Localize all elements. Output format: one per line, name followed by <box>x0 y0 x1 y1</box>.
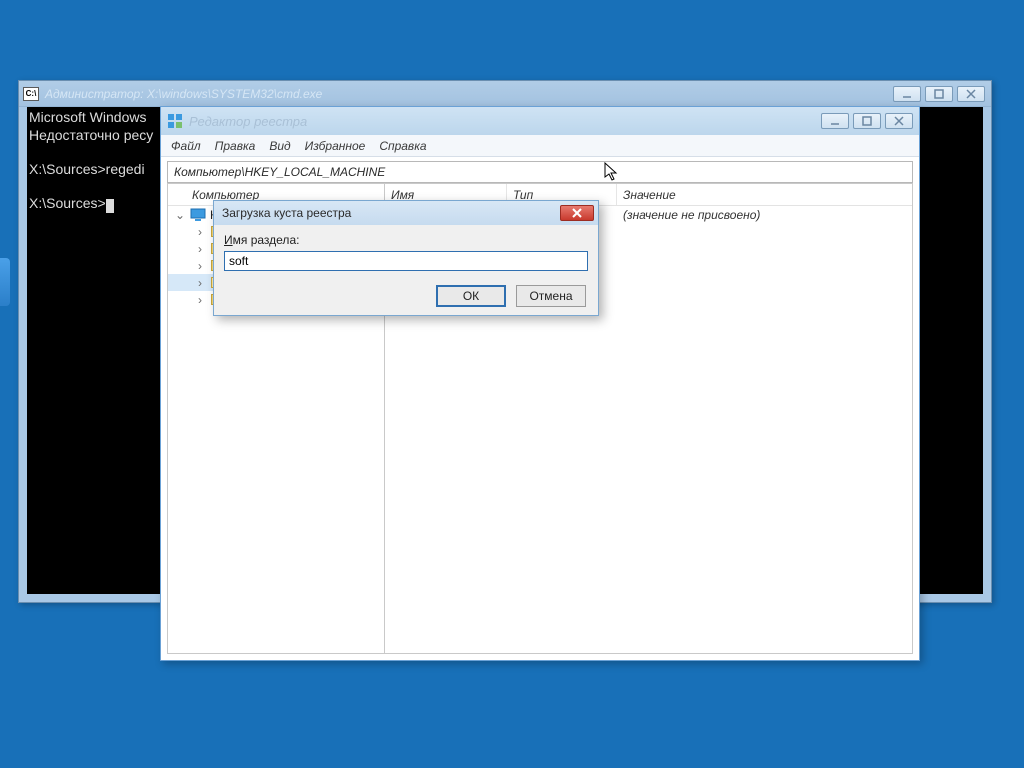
cmd-line: X:\Sources> <box>29 195 106 211</box>
menu-help[interactable]: Справка <box>379 139 426 153</box>
taskbar-sliver <box>0 258 10 306</box>
regedit-title: Редактор реестра <box>189 114 307 129</box>
regedit-address: Компьютер\HKEY_LOCAL_MACHINE <box>174 165 385 179</box>
expand-icon[interactable]: › <box>194 276 206 290</box>
regedit-window: Редактор реестра Файл Правка Вид Избранн… <box>160 106 920 661</box>
load-hive-dialog: Загрузка куста реестра Имя раздела: ОК О… <box>213 200 599 316</box>
cmd-line: Microsoft Windows <box>29 109 146 125</box>
menu-file[interactable]: Файл <box>171 139 201 153</box>
minimize-button[interactable] <box>893 86 921 102</box>
regedit-titlebar[interactable]: Редактор реестра <box>161 107 919 135</box>
ok-button[interactable]: ОК <box>436 285 506 307</box>
cell-value: (значение не присвоено) <box>617 208 912 222</box>
cmd-icon: C:\ <box>23 87 39 101</box>
regedit-icon <box>167 113 183 129</box>
menu-favorites[interactable]: Избранное <box>305 139 366 153</box>
cmd-cursor <box>106 199 114 213</box>
computer-icon <box>190 208 206 222</box>
cmd-titlebar[interactable]: C:\ Администратор: X:\windows\SYSTEM32\c… <box>19 81 991 107</box>
minimize-button[interactable] <box>821 113 849 129</box>
cmd-line: X:\Sources>regedi <box>29 161 145 177</box>
col-value[interactable]: Значение <box>617 184 912 205</box>
menu-edit[interactable]: Правка <box>215 139 256 153</box>
expand-icon[interactable]: › <box>194 293 206 307</box>
cmd-title: Администратор: X:\windows\SYSTEM32\cmd.e… <box>45 87 322 101</box>
maximize-button[interactable] <box>925 86 953 102</box>
close-button[interactable] <box>885 113 913 129</box>
expand-icon[interactable]: › <box>194 225 206 239</box>
dialog-label: Имя раздела: <box>224 233 588 247</box>
dialog-titlebar[interactable]: Загрузка куста реестра <box>214 201 598 225</box>
expand-icon[interactable]: ⌄ <box>174 208 186 222</box>
cancel-button[interactable]: Отмена <box>516 285 586 307</box>
regedit-address-bar[interactable]: Компьютер\HKEY_LOCAL_MACHINE <box>167 161 913 183</box>
expand-icon[interactable]: › <box>194 242 206 256</box>
dialog-title: Загрузка куста реестра <box>222 206 351 220</box>
regedit-menubar: Файл Правка Вид Избранное Справка <box>161 135 919 157</box>
close-button[interactable] <box>957 86 985 102</box>
expand-icon[interactable]: › <box>194 259 206 273</box>
maximize-button[interactable] <box>853 113 881 129</box>
dialog-close-button[interactable] <box>560 205 594 221</box>
menu-view[interactable]: Вид <box>269 139 290 153</box>
key-name-input[interactable] <box>224 251 588 271</box>
cmd-line: Недостаточно ресу <box>29 127 153 143</box>
